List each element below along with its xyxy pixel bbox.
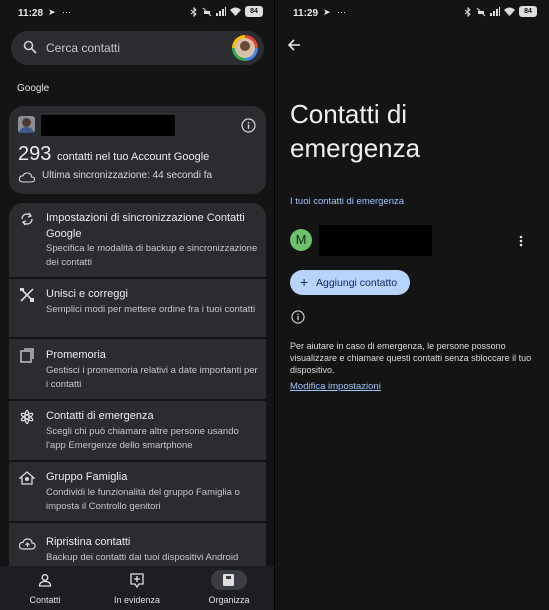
menu-title: Gruppo Famiglia [46, 471, 128, 483]
bluetooth-icon [190, 6, 198, 17]
status-icons: 84 [190, 6, 263, 17]
merge-tools-icon [19, 287, 35, 308]
nav-icon-container-active [211, 570, 247, 590]
account-avatar-photo [235, 38, 255, 58]
nav-label: In evidenza [113, 595, 161, 605]
nav-highlights[interactable]: In evidenza [97, 566, 177, 610]
account-photo [18, 116, 35, 133]
nav-icon-container [27, 570, 63, 590]
menu-desc: Backup dei contatti dai tuoi dispositivi… [46, 552, 239, 563]
battery-icon: 84 [519, 6, 537, 17]
signal-icon [490, 7, 500, 16]
menu-title: Promemoria [46, 349, 106, 361]
contacts-organize-screen: 11:28 ➤ ⋯ 84 Cerca contatti Google 293 c… [0, 0, 275, 610]
menu-item-reminders[interactable]: Promemoria Gestisci i promemoria relativ… [9, 339, 266, 399]
menu-title: Unisci e correggi [46, 288, 128, 300]
section-label-google: Google [17, 83, 50, 94]
back-arrow-icon[interactable] [287, 38, 301, 57]
wifi-icon [230, 7, 241, 16]
add-contact-label: Aggiungi contatto [316, 277, 398, 289]
menu-item-family-group[interactable]: Gruppo Famiglia Condividi le funzionalit… [9, 462, 266, 521]
menu-title: Ripristina contatti [46, 536, 131, 548]
nav-label: Organizza [208, 595, 250, 605]
mute-icon [202, 7, 212, 17]
mute-icon [476, 7, 486, 17]
menu-item-emergency-contacts[interactable]: Contatti di emergenza Scegli chi può chi… [9, 401, 266, 460]
info-icon [291, 310, 305, 329]
account-card[interactable]: 293 contatti nel tuo Account Google Ulti… [9, 106, 266, 194]
plus-icon: + [300, 274, 309, 290]
help-text: Per aiutare in caso di emergenza, le per… [290, 341, 532, 375]
menu-item-sync-settings[interactable]: Impostazioni di sincronizzazione Contatt… [9, 203, 266, 277]
contact-avatar[interactable]: M [290, 229, 312, 251]
contacts-count: 293 [18, 143, 52, 165]
reminder-icon [19, 348, 35, 369]
cloud-restore-icon [18, 537, 36, 555]
family-home-icon [18, 470, 36, 491]
section-label-emergency-contacts: I tuoi contatti di emergenza [290, 196, 405, 207]
status-icons: 84 [464, 6, 537, 17]
redacted-contact-name [319, 225, 432, 256]
more-options-icon[interactable] [519, 234, 523, 252]
status-time: 11:28 [18, 8, 44, 19]
menu-desc: Gestisci i promemoria relativi a date im… [46, 365, 258, 390]
nav-label: Contatti [29, 595, 61, 605]
menu-title: Impostazioni di sincronizzazione Contatt… [46, 212, 245, 240]
account-avatar[interactable] [232, 35, 258, 61]
menu-item-merge-fix[interactable]: Unisci e correggi Semplici modi per mett… [9, 279, 266, 337]
sync-status: Ultima sincronizzazione: 44 secondi fa [42, 170, 213, 181]
status-time: 11:29 [293, 8, 319, 19]
page-title: Contatti di emergenza [290, 99, 421, 163]
notification-icons: ➤ ⋯ [48, 7, 74, 17]
menu-desc: Scegli chi può chiamare altre persone us… [46, 426, 239, 451]
notification-icons: ➤ ⋯ [323, 7, 349, 17]
status-bar: 11:28 ➤ ⋯ 84 [0, 0, 275, 26]
redacted-account-email [41, 115, 175, 136]
menu-title: Contatti di emergenza [46, 410, 154, 422]
nav-organize[interactable]: Organizza [189, 566, 269, 610]
sync-icon [19, 211, 35, 232]
cloud-sync-icon [18, 170, 36, 188]
edit-settings-link[interactable]: Modifica impostazioni [290, 381, 381, 392]
emergency-icon [19, 409, 35, 430]
emergency-contacts-screen: 11:29 ➤ ⋯ 84 Contatti di emergenza I tuo… [275, 0, 549, 610]
signal-icon [216, 7, 226, 16]
contacts-count-label: contatti nel tuo Account Google [57, 151, 210, 163]
wifi-icon [504, 7, 515, 16]
menu-desc: Semplici modi per mettere ordine fra i t… [46, 304, 256, 315]
nav-contacts[interactable]: Contatti [5, 566, 85, 610]
search-bar[interactable]: Cerca contatti [11, 31, 264, 65]
menu-desc: Specifica le modalità di backup e sincro… [46, 243, 258, 268]
organize-menu: Impostazioni di sincronizzazione Contatt… [9, 203, 266, 583]
add-contact-button[interactable]: + Aggiungi contatto [290, 270, 410, 295]
status-bar: 11:29 ➤ ⋯ 84 [275, 0, 549, 26]
info-icon[interactable] [241, 118, 256, 138]
nav-icon-container [119, 570, 155, 590]
search-input[interactable]: Cerca contatti [46, 41, 120, 55]
search-icon[interactable] [23, 40, 37, 59]
bluetooth-icon [464, 6, 472, 17]
battery-icon: 84 [245, 6, 263, 17]
bottom-navigation: Contatti In evidenza Organizza [0, 566, 275, 610]
menu-desc: Condividi le funzionalità del gruppo Fam… [46, 487, 240, 512]
